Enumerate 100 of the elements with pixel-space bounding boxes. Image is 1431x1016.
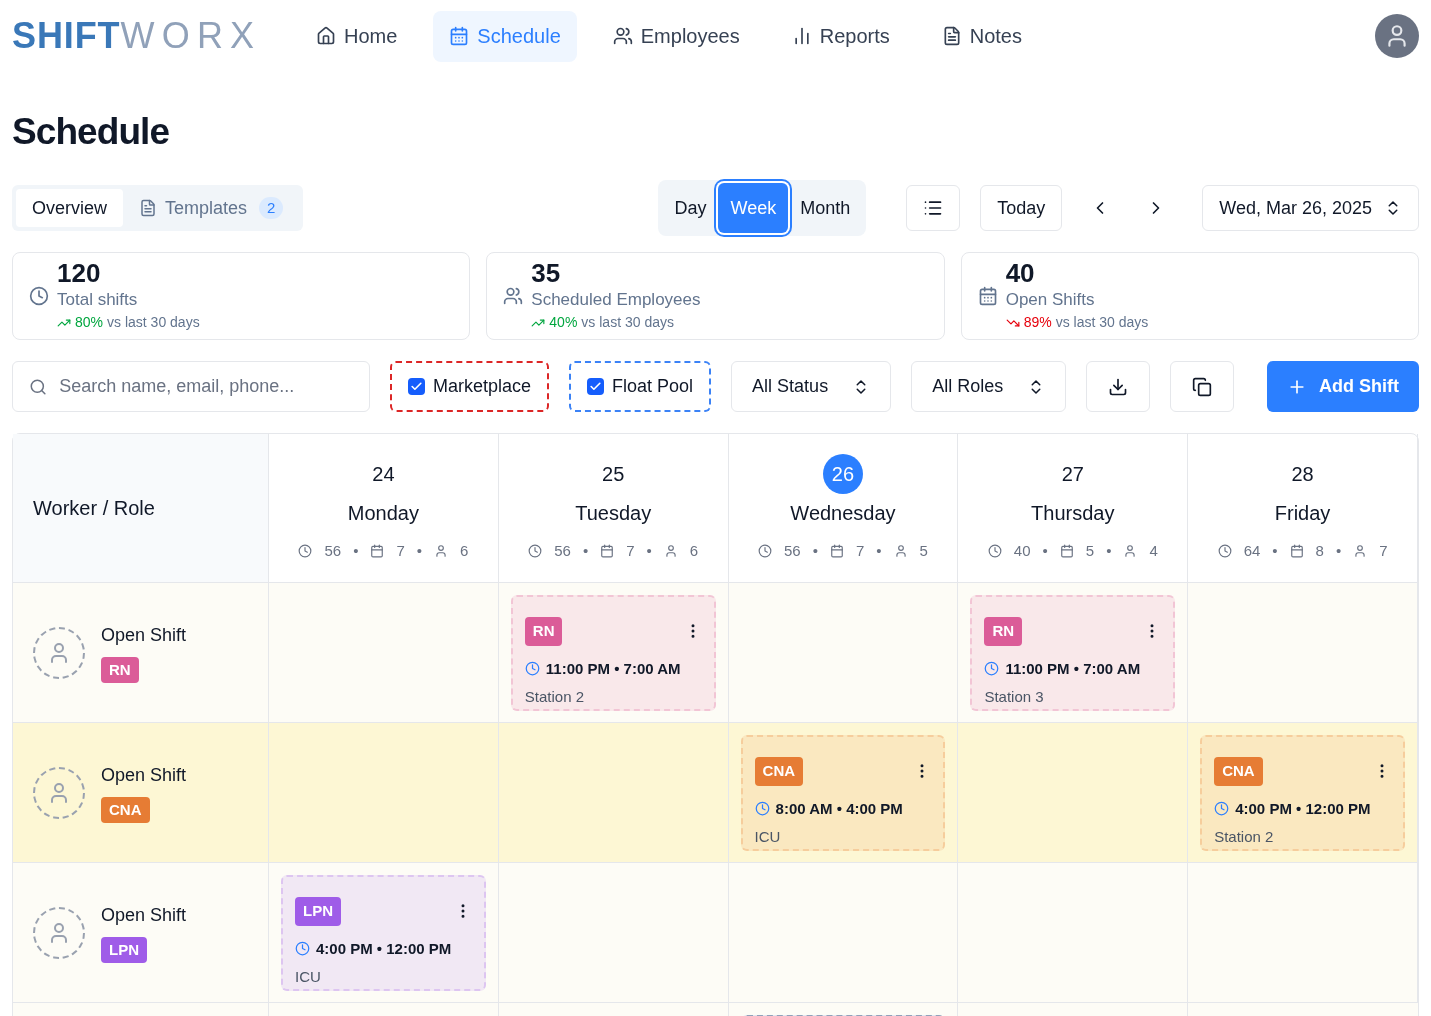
shift-time: 11:00 PM • 7:00 AM bbox=[545, 658, 681, 679]
clock-icon bbox=[758, 544, 773, 559]
people-count: 7 bbox=[1379, 541, 1388, 561]
checkbox[interactable] bbox=[587, 378, 605, 395]
logo-light-text: WORX bbox=[120, 14, 262, 58]
shift-time: 4:00 PM • 12:00 PM bbox=[316, 938, 452, 959]
stat-label: Scheduled Employees bbox=[531, 288, 701, 311]
shift-time: 4:00 PM • 12:00 PM bbox=[1235, 798, 1371, 819]
separator-dot: • bbox=[353, 541, 359, 561]
person-icon bbox=[1123, 544, 1138, 559]
search-field[interactable]: Search name, email, phone... bbox=[12, 361, 370, 412]
day-number[interactable]: 26 bbox=[823, 454, 863, 494]
checkbox[interactable] bbox=[408, 378, 425, 395]
day-name: Thursday bbox=[1031, 501, 1115, 526]
add-shift-button[interactable]: Add Shift bbox=[1267, 361, 1419, 412]
role-badge: LPN bbox=[295, 897, 341, 926]
date-picker[interactable]: Wed, Mar 26, 2025 bbox=[1202, 185, 1419, 231]
shift-count: 7 bbox=[856, 541, 865, 561]
tab[interactable]: Overview bbox=[16, 189, 123, 227]
role-badge: CNA bbox=[1214, 757, 1263, 786]
copy-icon bbox=[1192, 376, 1213, 397]
document-icon bbox=[139, 199, 157, 217]
day-number[interactable]: 24 bbox=[363, 454, 404, 494]
role-badge: LPN bbox=[101, 936, 147, 964]
day-name: Friday bbox=[1274, 501, 1331, 526]
shift-location: ICU bbox=[754, 827, 782, 847]
view-toggle[interactable]: Day bbox=[662, 183, 719, 233]
check-icon bbox=[410, 380, 423, 393]
shift-card[interactable]: LPN 4:00 PM • 12:00 PM ICU bbox=[281, 875, 486, 991]
user-avatar[interactable] bbox=[1375, 14, 1419, 58]
home-icon bbox=[316, 26, 336, 46]
calendar-icon bbox=[830, 544, 844, 559]
shift-location: ICU bbox=[295, 967, 322, 987]
stat-label: Total shifts bbox=[57, 288, 139, 311]
hours-count: 56 bbox=[784, 541, 801, 561]
today-button[interactable]: Today bbox=[980, 185, 1063, 231]
shift-card[interactable]: RN 11:00 PM • 7:00 AM Station 2 bbox=[510, 595, 716, 711]
clock-icon bbox=[29, 286, 49, 306]
day-number[interactable]: 27 bbox=[1052, 454, 1093, 494]
filter-checkbox[interactable]: Marketplace bbox=[390, 361, 550, 412]
shift-card[interactable]: CNA 8:00 AM • 4:00 PM ICU bbox=[740, 735, 946, 851]
person-icon bbox=[1353, 544, 1368, 559]
hours-count: 40 bbox=[1013, 541, 1031, 561]
role-badge: RN bbox=[524, 617, 563, 646]
list-view-button[interactable] bbox=[906, 185, 961, 231]
nav-item[interactable]: Employees bbox=[596, 10, 756, 62]
stat-value: 120 bbox=[57, 258, 102, 287]
worker-name: Open Shift bbox=[101, 763, 187, 787]
person-icon bbox=[663, 544, 678, 559]
separator-dot: • bbox=[1106, 541, 1112, 561]
nav-item[interactable]: Notes bbox=[925, 10, 1038, 62]
copy-button[interactable] bbox=[1170, 361, 1235, 412]
day-number[interactable]: 25 bbox=[593, 454, 634, 494]
filter-checkbox[interactable]: Float Pool bbox=[569, 361, 712, 412]
stat-change: 40% bbox=[549, 313, 578, 333]
separator-dot: • bbox=[646, 541, 652, 561]
search-icon bbox=[29, 376, 48, 397]
nav-item[interactable]: Home bbox=[300, 10, 414, 62]
clock-icon bbox=[295, 941, 310, 957]
stat-change: 89% bbox=[1023, 313, 1052, 333]
view-toggle[interactable]: Month bbox=[788, 183, 863, 233]
worker-name: Open Shift bbox=[101, 903, 187, 927]
day-number[interactable]: 28 bbox=[1282, 454, 1323, 494]
stat-change: 80% bbox=[75, 313, 104, 333]
clock-icon bbox=[1214, 801, 1230, 817]
download-icon bbox=[1108, 376, 1129, 397]
count-badge: 2 bbox=[259, 196, 284, 220]
person-icon bbox=[434, 544, 448, 559]
people-count: 6 bbox=[689, 541, 699, 561]
day-name: Monday bbox=[347, 501, 419, 526]
clock-icon bbox=[754, 801, 770, 817]
day-name: Tuesday bbox=[575, 501, 652, 526]
clock-icon bbox=[528, 544, 543, 559]
day-name: Wednesday bbox=[790, 501, 896, 526]
calendar-icon bbox=[370, 544, 385, 559]
people-count: 6 bbox=[460, 541, 469, 561]
shift-count: 8 bbox=[1315, 541, 1324, 561]
role-badge: RN bbox=[984, 617, 1023, 646]
shift-count: 7 bbox=[396, 541, 405, 561]
filter-select[interactable]: All Roles bbox=[911, 361, 1067, 412]
stat-value: 40 bbox=[1005, 258, 1036, 287]
clock-icon bbox=[984, 661, 1000, 677]
nav-item[interactable]: Reports bbox=[775, 10, 906, 62]
list-icon bbox=[923, 198, 944, 218]
check-icon bbox=[589, 380, 603, 393]
filter-select[interactable]: All Status bbox=[731, 361, 892, 412]
hours-count: 56 bbox=[324, 541, 342, 561]
shift-count: 5 bbox=[1085, 541, 1095, 561]
separator-dot: • bbox=[1272, 541, 1278, 561]
search-input[interactable]: Search name, email, phone... bbox=[59, 373, 353, 400]
users-icon bbox=[612, 26, 633, 46]
shift-card[interactable]: CNA 4:00 PM • 12:00 PM Station 2 bbox=[1200, 735, 1405, 851]
separator-dot: • bbox=[812, 541, 818, 561]
shift-card[interactable]: RN 11:00 PM • 7:00 AM Station 3 bbox=[970, 595, 1176, 711]
shift-time: 11:00 PM • 7:00 AM bbox=[1005, 658, 1141, 679]
clock-icon bbox=[524, 661, 540, 677]
tab[interactable]: Templates 2 bbox=[123, 189, 300, 227]
calendar-icon bbox=[1059, 544, 1074, 559]
people-count: 4 bbox=[1149, 541, 1158, 561]
page-title: Schedule bbox=[12, 110, 171, 154]
